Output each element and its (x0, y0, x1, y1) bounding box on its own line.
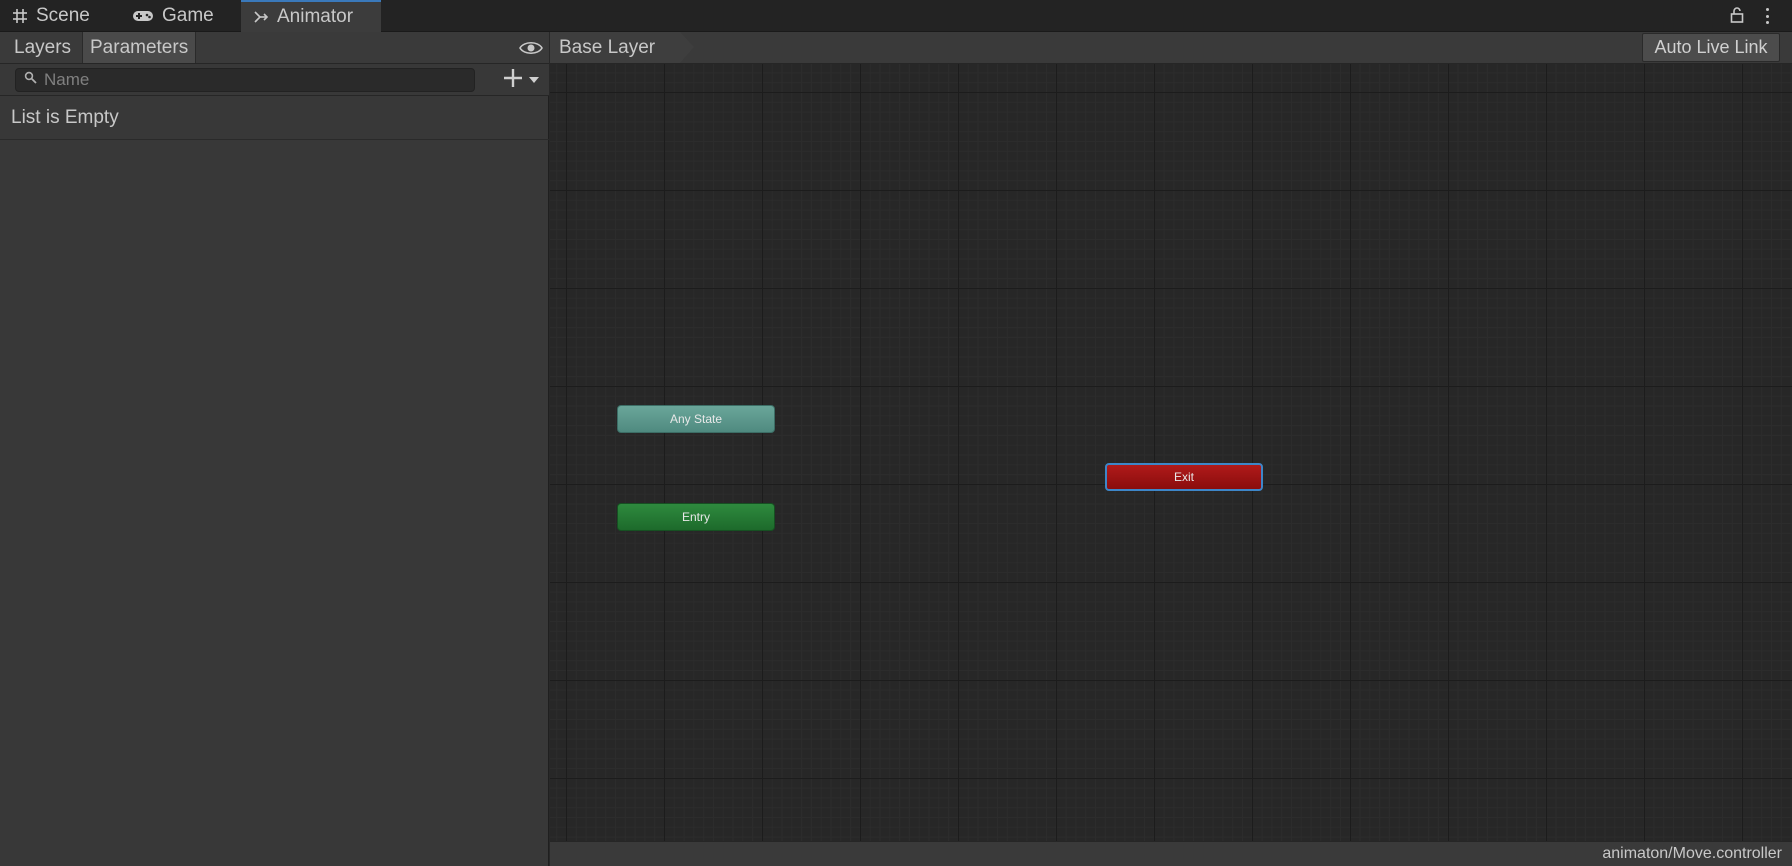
window-tab-bar: Scene Game Animator (0, 0, 1792, 32)
search-field[interactable] (15, 68, 475, 92)
breadcrumb-arrow (680, 32, 694, 63)
state-machine-graph[interactable]: Any State Entry Exit (550, 64, 1792, 841)
tab-animator[interactable]: Animator (241, 0, 381, 32)
tab-scene[interactable]: Scene (12, 0, 90, 32)
eye-icon[interactable] (519, 40, 543, 61)
any-state-node[interactable]: Any State (617, 405, 775, 433)
search-row (0, 64, 549, 96)
more-options-icon[interactable] (1762, 6, 1772, 26)
controller-path-footer: animaton/Move.controller (550, 841, 1792, 866)
dropdown-arrow-icon (528, 71, 540, 89)
entry-node[interactable]: Entry (617, 503, 775, 531)
exit-node[interactable]: Exit (1105, 463, 1263, 491)
controller-path: animaton/Move.controller (1602, 845, 1782, 862)
gamepad-icon (132, 9, 154, 23)
add-parameter-button[interactable] (502, 67, 544, 94)
tab-scene-label: Scene (36, 5, 90, 26)
search-icon (24, 71, 38, 90)
breadcrumb-base-layer[interactable]: Base Layer (550, 32, 680, 63)
auto-live-link-button[interactable]: Auto Live Link (1642, 33, 1780, 62)
tab-animator-label: Animator (277, 6, 354, 27)
empty-list-message: List is Empty (0, 96, 549, 140)
tab-game[interactable]: Game (132, 0, 214, 32)
search-input[interactable] (44, 70, 444, 90)
plus-icon (502, 67, 524, 94)
grid-hash-icon (12, 8, 28, 24)
panel-tab-header: Layers Parameters (0, 32, 549, 64)
parameters-panel: Layers Parameters List is Empty (0, 32, 549, 866)
graph-header: Base Layer Auto Live Link (550, 32, 1792, 64)
tab-game-label: Game (162, 5, 214, 26)
tab-layers[interactable]: Layers (7, 32, 78, 63)
animator-icon (253, 9, 269, 25)
lock-icon[interactable] (1730, 6, 1744, 29)
tab-parameters[interactable]: Parameters (82, 32, 196, 63)
